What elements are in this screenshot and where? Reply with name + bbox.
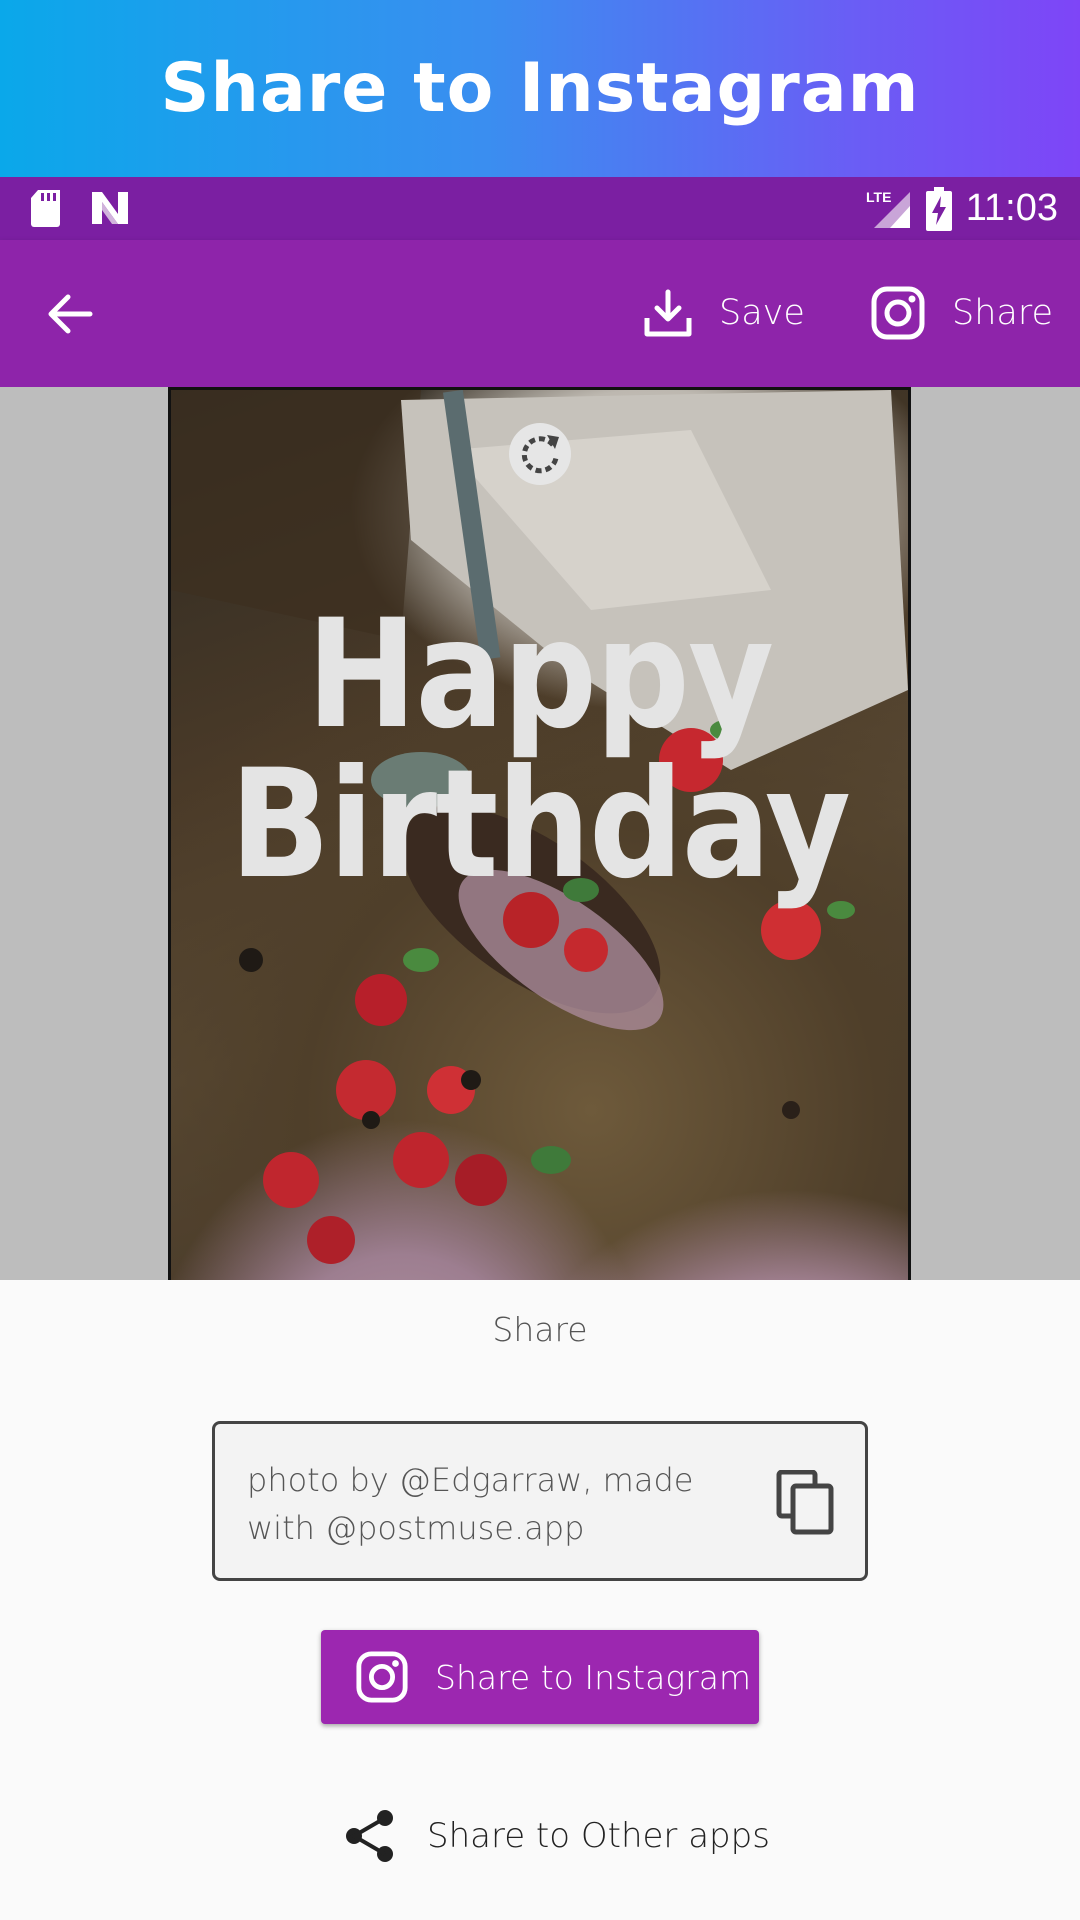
lte-signal-icon: LTE <box>866 189 910 228</box>
share-button[interactable]: Share <box>870 280 1053 346</box>
card-greeting[interactable]: Happy Birthday <box>213 600 867 900</box>
banner-title: Share to Instagram <box>160 49 920 128</box>
greeting-line-2: Birthday <box>229 738 851 912</box>
clock: 11:03 <box>965 187 1058 229</box>
instagram-icon <box>356 1651 408 1703</box>
caption-box: photo by @Edgarraw, made with @postmuse.… <box>212 1421 868 1581</box>
battery-charging-icon <box>925 186 952 231</box>
share-to-instagram-button[interactable]: Share to Instagram <box>321 1630 759 1724</box>
network-type-label: LTE <box>866 189 891 205</box>
rotate-handle[interactable] <box>509 423 571 485</box>
instagram-icon <box>871 286 925 340</box>
share-to-instagram-label: Share to Instagram <box>435 1657 752 1697</box>
save-button[interactable]: Save <box>643 280 805 346</box>
save-label: Save <box>719 293 805 333</box>
share-to-other-apps-button[interactable]: Share to Other apps <box>345 1806 770 1866</box>
app-toolbar: Save Share <box>0 240 1080 387</box>
share-sheet-title: Share <box>492 1310 588 1349</box>
sd-card-icon <box>31 190 60 227</box>
n-app-icon <box>92 192 128 224</box>
caption-text: photo by @Edgarraw, made with @postmuse.… <box>247 1461 694 1547</box>
promo-banner: Share to Instagram <box>0 0 1080 177</box>
status-bar: LTE 11:03 <box>0 177 1080 240</box>
greeting-line-1: Happy <box>306 588 775 762</box>
copy-icon[interactable] <box>775 1470 835 1536</box>
rotate-icon <box>521 435 559 474</box>
preview-area: Happy Birthday <box>0 387 1080 1280</box>
share-icon <box>346 1810 393 1862</box>
share-label: Share <box>952 293 1054 333</box>
back-button[interactable] <box>44 288 96 340</box>
share-to-other-apps-label: Share to Other apps <box>427 1816 770 1856</box>
download-icon <box>644 289 692 337</box>
